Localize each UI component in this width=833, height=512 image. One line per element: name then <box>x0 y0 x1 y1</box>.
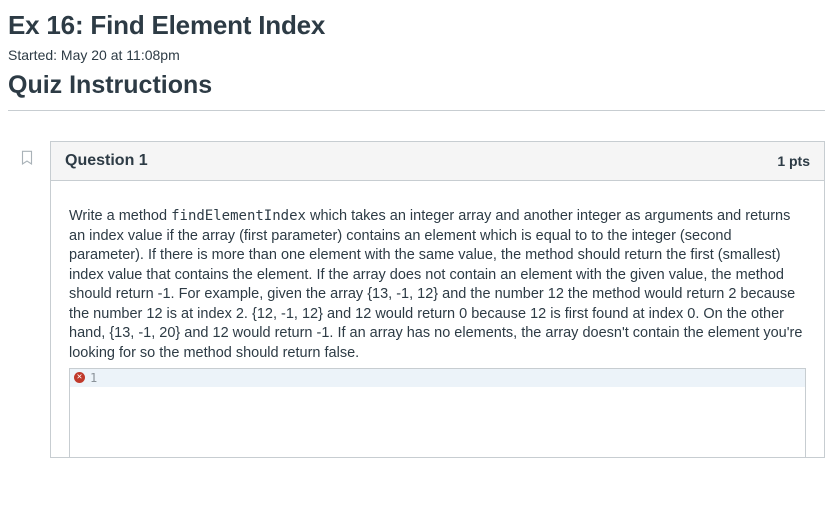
editor-line-content[interactable] <box>106 369 805 387</box>
question-points: 1 pts <box>777 153 810 169</box>
bookmark-flag-icon <box>18 149 36 167</box>
editor-empty-area[interactable] <box>70 387 805 457</box>
question-container: Question 1 1 pts Write a method findElem… <box>8 141 825 458</box>
code-editor[interactable]: ✕ 1 <box>69 368 806 457</box>
started-timestamp: Started: May 20 at 11:08pm <box>8 47 825 63</box>
question-prompt: Write a method findElementIndex which ta… <box>69 207 806 364</box>
error-icon: ✕ <box>74 372 85 383</box>
flag-question-button[interactable] <box>18 141 36 167</box>
divider <box>8 110 825 111</box>
prompt-code-token: findElementIndex <box>171 208 306 224</box>
prompt-text-post: which takes an integer array and another… <box>69 208 802 361</box>
instructions-heading: Quiz Instructions <box>8 71 825 100</box>
editor-line-1[interactable]: ✕ 1 <box>70 369 805 387</box>
line-number: 1 <box>90 371 97 385</box>
question-body: Write a method findElementIndex which ta… <box>51 181 824 457</box>
prompt-text-pre: Write a method <box>69 208 171 224</box>
page-title: Ex 16: Find Element Index <box>8 10 825 41</box>
editor-gutter: ✕ 1 <box>70 369 106 387</box>
question-box: Question 1 1 pts Write a method findElem… <box>50 141 825 458</box>
question-header: Question 1 1 pts <box>51 142 824 181</box>
question-label: Question 1 <box>65 152 148 170</box>
